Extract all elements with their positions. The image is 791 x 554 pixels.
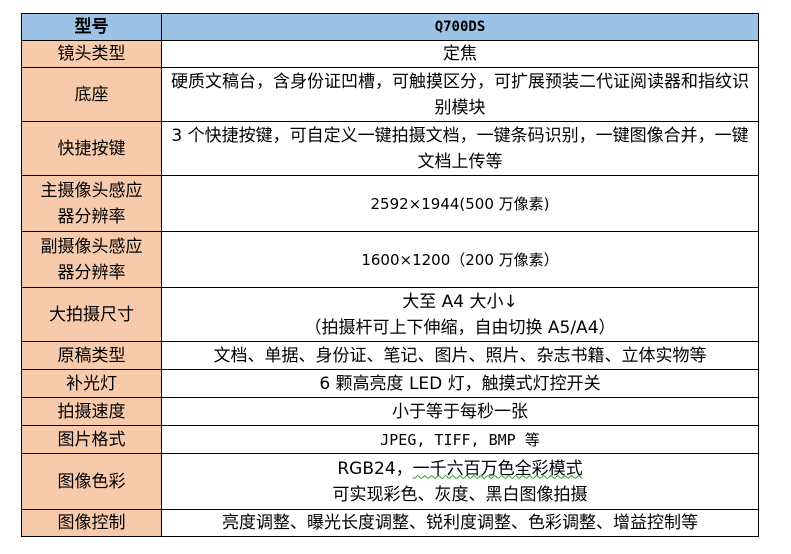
row-label: 拍摄速度: [21, 397, 162, 426]
row-label: 镜头类型: [21, 40, 162, 68]
row-value-line: RGB24，一千六百万色全彩模式: [168, 456, 752, 482]
row-label: 图像控制: [21, 509, 162, 537]
table-row: 图像色彩 RGB24，一千六百万色全彩模式 可实现彩色、灰度、黑白图像拍摄: [21, 453, 759, 510]
row-label: 补光灯: [21, 369, 162, 398]
row-value: 6 颗高亮度 LED 灯，触摸式灯控开关: [161, 369, 759, 398]
row-value: 硬质文稿台，含身份证凹槽，可触摸区分，可扩展预装二代证阅读器和指纹识别模块: [161, 67, 759, 122]
table-row: 副摄像头感应 器分辨率 1600×1200（200 万像素）: [21, 231, 759, 288]
row-value: JPEG, TIFF, BMP 等: [161, 425, 759, 454]
row-label-line: 副摄像头感应: [40, 236, 143, 257]
table-row: 图片格式 JPEG, TIFF, BMP 等: [21, 425, 759, 454]
spec-table-container: 型号 Q700DS 镜头类型 定焦 底座 硬质文稿台，含身份证凹槽，可触摸区分，…: [21, 13, 759, 537]
table-row: 镜头类型 定焦: [21, 40, 759, 68]
row-label: 大拍摄尺寸: [21, 287, 162, 342]
table-row: 大拍摄尺寸 大至 A4 大小↓ （拍摄杆可上下伸缩，自由切换 A5/A4）: [21, 287, 759, 342]
row-value: 3 个快捷按键，可自定义一键拍摄文档，一键条码识别，一键图像合并，一键文档上传等: [161, 121, 759, 176]
row-value-fragment: RGB24，: [337, 458, 413, 479]
row-value: 亮度调整、曝光长度调整、锐利度调整、色彩调整、增益控制等: [161, 509, 759, 537]
row-label: 快捷按键: [21, 121, 162, 176]
row-value: RGB24，一千六百万色全彩模式 可实现彩色、灰度、黑白图像拍摄: [161, 453, 759, 510]
table-row: 快捷按键 3 个快捷按键，可自定义一键拍摄文档，一键条码识别，一键图像合并，一键…: [21, 121, 759, 176]
row-label-line: 器分辨率: [57, 206, 126, 227]
table-row: 底座 硬质文稿台，含身份证凹槽，可触摸区分，可扩展预装二代证阅读器和指纹识别模块: [21, 67, 759, 122]
row-value-line: （拍摄杆可上下伸缩，自由切换 A5/A4）: [304, 317, 616, 338]
row-label: 图像色彩: [21, 453, 162, 510]
table-row: 主摄像头感应 器分辨率 2592×1944(500 万像素): [21, 175, 759, 232]
row-value-fragment: 一千六百万色全彩模式: [412, 458, 583, 479]
row-value-line: 大至 A4 大小↓: [402, 291, 518, 312]
row-label: 原稿类型: [21, 341, 162, 370]
row-value: 定焦: [161, 40, 759, 68]
row-label-line: 主摄像头感应: [40, 180, 143, 201]
header-model: Q700DS: [161, 13, 759, 41]
row-label: 副摄像头感应 器分辨率: [21, 231, 162, 288]
spec-table: 型号 Q700DS 镜头类型 定焦 底座 硬质文稿台，含身份证凹槽，可触摸区分，…: [21, 13, 759, 537]
table-row: 原稿类型 文档、单据、身份证、笔记、图片、照片、杂志书籍、立体实物等: [21, 341, 759, 370]
row-label: 底座: [21, 67, 162, 122]
table-row: 补光灯 6 颗高亮度 LED 灯，触摸式灯控开关: [21, 369, 759, 398]
table-row: 图像控制 亮度调整、曝光长度调整、锐利度调整、色彩调整、增益控制等: [21, 509, 759, 537]
row-value: 大至 A4 大小↓ （拍摄杆可上下伸缩，自由切换 A5/A4）: [161, 287, 759, 342]
row-value: 文档、单据、身份证、笔记、图片、照片、杂志书籍、立体实物等: [161, 341, 759, 370]
row-label-line: 器分辨率: [57, 262, 126, 283]
header-label: 型号: [21, 13, 162, 41]
row-label: 图片格式: [21, 425, 162, 454]
table-header-row: 型号 Q700DS: [21, 13, 759, 41]
row-label: 主摄像头感应 器分辨率: [21, 175, 162, 232]
row-value: 2592×1944(500 万像素): [161, 175, 759, 232]
row-value-line: 可实现彩色、灰度、黑白图像拍摄: [332, 484, 588, 505]
row-value: 1600×1200（200 万像素）: [161, 231, 759, 288]
table-row: 拍摄速度 小于等于每秒一张: [21, 397, 759, 426]
row-value: 小于等于每秒一张: [161, 397, 759, 426]
